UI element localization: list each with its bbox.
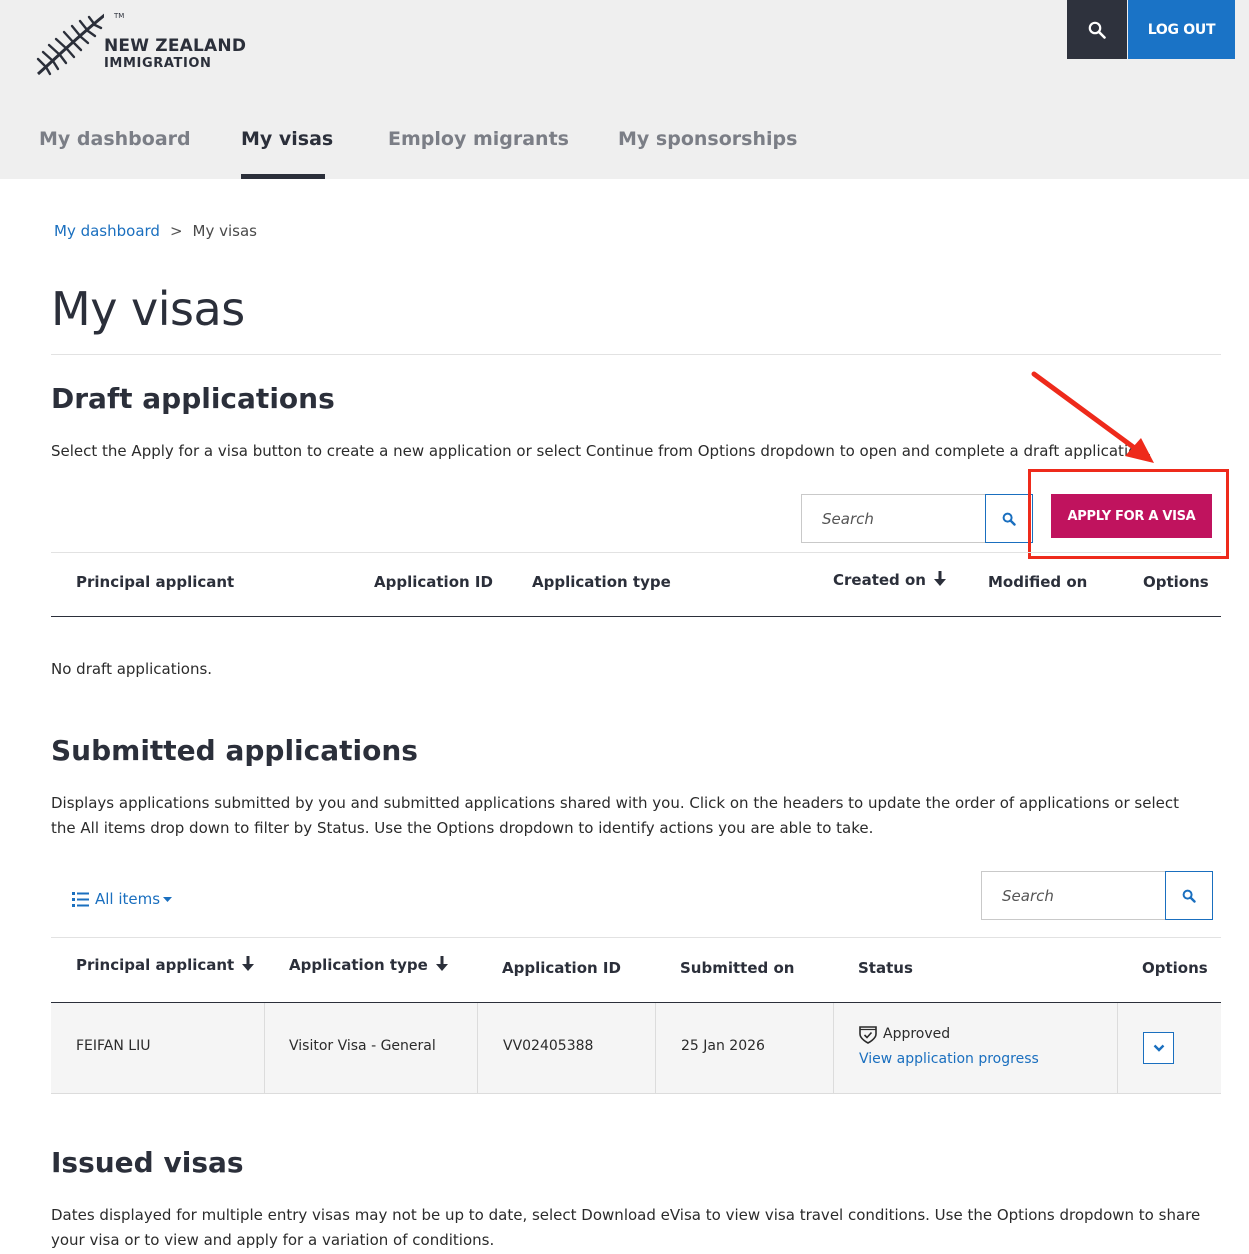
- logo-text-country: NEW ZEALAND: [104, 36, 247, 56]
- page-title: My visas: [51, 282, 245, 336]
- sort-down-arrow-icon: [934, 571, 946, 590]
- tab-my-visas[interactable]: My visas: [241, 128, 333, 179]
- caret-down-icon: [163, 896, 173, 902]
- cell-divider: [833, 1003, 834, 1093]
- site-header: TM NEW ZEALAND IMMIGRATION LOG OUT My da…: [0, 0, 1249, 179]
- draft-search: [801, 494, 1033, 543]
- submitted-applications-description: Displays applications submitted by you a…: [51, 794, 1179, 837]
- active-tab-indicator: [241, 174, 325, 179]
- row-application-type: Visitor Visa - General: [289, 1038, 436, 1054]
- draft-col-application-id[interactable]: Application ID: [374, 573, 493, 591]
- search-icon: [1002, 512, 1016, 526]
- row-bottom-border: [51, 1093, 1221, 1094]
- view-application-progress-link[interactable]: View application progress: [859, 1051, 1039, 1067]
- draft-table-header-border: [51, 616, 1221, 617]
- row-application-id: VV02405388: [503, 1038, 594, 1054]
- draft-search-input[interactable]: [802, 495, 986, 542]
- tab-my-dashboard[interactable]: My dashboard: [39, 128, 191, 179]
- submitted-col-application-type-label: Application type: [289, 956, 428, 974]
- issued-visas-heading: Issued visas: [51, 1146, 244, 1179]
- row-principal-applicant: FEIFAN LIU: [76, 1038, 151, 1054]
- row-options-dropdown[interactable]: [1143, 1032, 1174, 1064]
- table-row: [51, 1003, 1221, 1093]
- draft-col-created-on-label: Created on: [833, 571, 926, 589]
- draft-col-options: Options: [1143, 573, 1209, 591]
- silver-fern-icon: [36, 13, 104, 76]
- submitted-col-application-type[interactable]: Application type: [289, 956, 448, 975]
- breadcrumb-current: My visas: [192, 222, 257, 240]
- draft-applications-heading: Draft applications: [51, 382, 335, 415]
- search-icon: [1182, 889, 1196, 903]
- cell-divider: [264, 1003, 265, 1093]
- draft-col-application-type[interactable]: Application type: [532, 573, 671, 591]
- draft-search-button[interactable]: [985, 494, 1033, 543]
- draft-table-top-border: [51, 552, 1221, 553]
- chevron-down-icon: [1153, 1044, 1164, 1052]
- row-submitted-on: 25 Jan 2026: [681, 1038, 765, 1054]
- draft-empty-message: No draft applications.: [51, 660, 213, 678]
- sort-down-arrow-icon: [242, 956, 255, 975]
- tab-my-sponsorships[interactable]: My sponsorships: [618, 128, 797, 179]
- draft-col-created-on[interactable]: Created on: [833, 571, 946, 590]
- row-status-label: Approved: [883, 1026, 951, 1042]
- trademark-mark: TM: [114, 12, 125, 20]
- submitted-col-principal-applicant-label: Principal applicant: [76, 956, 235, 974]
- breadcrumb-link-dashboard[interactable]: My dashboard: [54, 222, 160, 240]
- tab-employ-migrants[interactable]: Employ migrants: [388, 128, 569, 179]
- submitted-col-application-id[interactable]: Application ID: [502, 959, 621, 977]
- logo-text-agency: IMMIGRATION: [104, 56, 212, 71]
- nz-immigration-logo[interactable]: TM NEW ZEALAND IMMIGRATION: [34, 12, 247, 78]
- submitted-table-top-border: [51, 937, 1221, 938]
- annotation-arrow-icon: [1031, 371, 1154, 463]
- breadcrumb-separator: >: [169, 222, 183, 240]
- header-search-button[interactable]: [1067, 0, 1127, 59]
- logout-button[interactable]: LOG OUT: [1128, 0, 1235, 59]
- cell-divider: [655, 1003, 656, 1093]
- list-icon: [72, 891, 89, 907]
- issued-visas-description: Dates displayed for multiple entry visas…: [51, 1206, 1201, 1249]
- approved-shield-icon: [859, 1026, 877, 1044]
- annotation-highlight-box: [1028, 469, 1229, 559]
- search-icon: [1088, 21, 1106, 39]
- sort-down-arrow-icon: [435, 956, 448, 975]
- cell-divider: [477, 1003, 478, 1093]
- submitted-search: [981, 871, 1213, 920]
- cell-divider: [1117, 1003, 1118, 1093]
- submitted-col-principal-applicant[interactable]: Principal applicant: [76, 956, 255, 975]
- submitted-col-status[interactable]: Status: [858, 959, 913, 977]
- breadcrumb: My dashboard > My visas: [54, 222, 257, 240]
- draft-col-modified-on[interactable]: Modified on: [988, 573, 1087, 591]
- submitted-col-submitted-on[interactable]: Submitted on: [680, 959, 794, 977]
- submitted-search-input[interactable]: [982, 872, 1166, 919]
- submitted-applications-heading: Submitted applications: [51, 734, 418, 767]
- row-status: Approved: [858, 1024, 950, 1044]
- draft-col-principal-applicant[interactable]: Principal applicant: [76, 573, 234, 591]
- submitted-col-options: Options: [1142, 959, 1208, 977]
- submitted-search-button[interactable]: [1165, 871, 1213, 920]
- title-divider: [51, 354, 1221, 355]
- status-filter-dropdown[interactable]: All items: [72, 890, 173, 908]
- status-filter-label: All items: [95, 890, 161, 908]
